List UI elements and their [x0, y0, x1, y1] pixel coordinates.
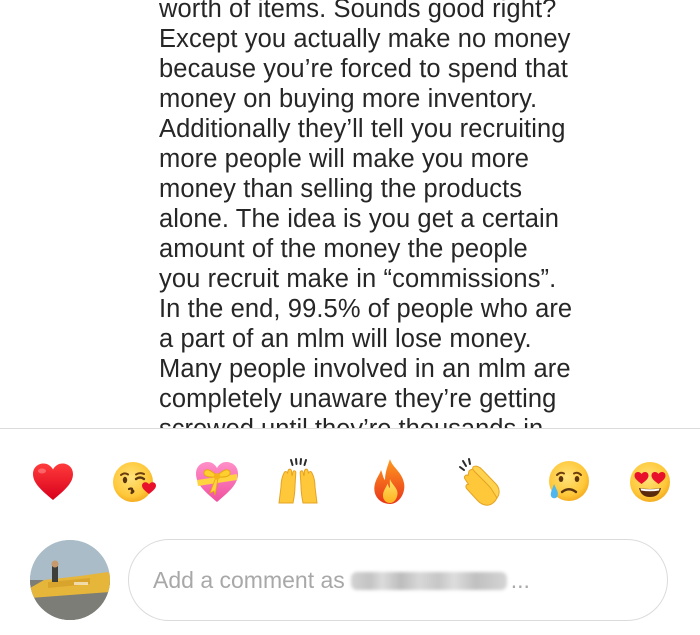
- heart-eyes-icon: [630, 462, 670, 502]
- comment-line: Additionally they’ll tell you recruiting: [159, 115, 566, 143]
- placeholder-prefix: Add a comment as: [153, 566, 345, 593]
- face-blowing-kiss-icon: [113, 462, 156, 502]
- crying-face-emoji-button[interactable]: [543, 452, 593, 512]
- comment-line-cut-off: screwed until they’re thousands in: [159, 414, 629, 428]
- comment-line: Many people involved in an mlm are: [159, 355, 571, 383]
- raising-hands-icon: [278, 458, 318, 504]
- raising-hands-emoji-button[interactable]: [273, 452, 323, 512]
- comment-line: money than selling the products: [159, 175, 523, 203]
- heart-eyes-emoji-button[interactable]: [625, 452, 675, 512]
- comment-input[interactable]: Add a comment as...: [128, 539, 668, 621]
- comment-line: you recruit make in “commissions”.: [159, 265, 557, 293]
- comment-line: because you’re forced to spend that: [159, 55, 568, 83]
- comment-line: completely unaware they’re getting: [159, 385, 557, 413]
- comment-line: a part of an mlm will lose money.: [159, 325, 532, 353]
- comment-line: worth of items. Sounds good right?: [159, 0, 557, 23]
- heart-with-ribbon-emoji-button[interactable]: [192, 452, 242, 512]
- avatar-photo: [30, 540, 110, 620]
- comment-composer: Add a comment as...: [0, 535, 700, 635]
- blurred-username: [350, 572, 507, 591]
- comment-line: screwed until they’re thousands in: [159, 414, 543, 428]
- red-heart-icon: [33, 463, 73, 500]
- comment-line: money on buying more inventory.: [159, 85, 538, 113]
- fire-emoji-button[interactable]: [365, 452, 415, 512]
- comment-input-placeholder: Add a comment as...: [153, 567, 530, 594]
- heart-with-ribbon-icon: [196, 462, 238, 502]
- comment-body: worth of items. Sounds good right? Excep…: [0, 0, 700, 428]
- face-blowing-kiss-emoji-button[interactable]: [110, 452, 160, 512]
- comment-line: Except you actually make no money: [159, 25, 571, 53]
- comment-line: amount of the money the people: [159, 235, 528, 263]
- comment-line: alone. The idea is you get a certain: [159, 205, 560, 233]
- crying-face-icon: [549, 461, 589, 501]
- clapping-hands-icon: [459, 458, 500, 506]
- comment-line: more people will make you more: [159, 145, 530, 173]
- fire-icon: [374, 459, 405, 504]
- placeholder-suffix: ...: [510, 566, 530, 593]
- clapping-hands-emoji-button[interactable]: [455, 452, 505, 512]
- divider: [0, 428, 700, 429]
- comment-line: In the end, 99.5% of people who are: [159, 295, 573, 323]
- red-heart-emoji-button[interactable]: [28, 452, 78, 512]
- comment-text: worth of items. Sounds good right? Excep…: [159, 0, 679, 414]
- emoji-reaction-bar: [0, 452, 700, 512]
- avatar[interactable]: [30, 540, 110, 620]
